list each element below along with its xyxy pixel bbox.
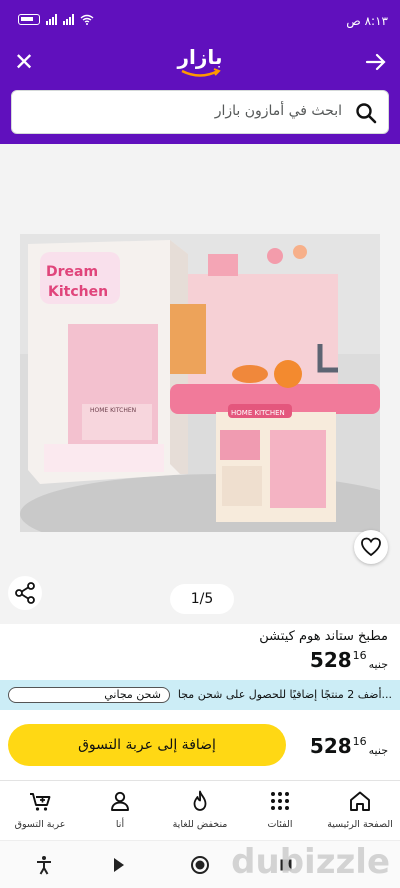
search-area: ابحث في أمازون بازار	[0, 84, 400, 144]
price-whole: 528	[309, 734, 352, 758]
svg-text:HOME KITCHEN: HOME KITCHEN	[231, 409, 285, 417]
search-placeholder: ابحث في أمازون بازار	[214, 103, 342, 119]
svg-text:بازار: بازار	[177, 45, 223, 69]
free-shipping-message: أضف 2 منتجًا إضافيًا للحصول على شحن مجا.…	[177, 688, 392, 701]
signal-icon	[46, 14, 57, 25]
share-button[interactable]	[8, 576, 42, 610]
svg-text:HOME KITCHEN: HOME KITCHEN	[90, 407, 136, 414]
add-to-cart-row: إضافة إلى عربة التسوق 528 16 جنيه	[0, 716, 400, 774]
dubizzle-watermark: dubizzle	[231, 842, 390, 882]
close-icon[interactable]: ✕	[10, 48, 38, 76]
nav-label: الفئات	[267, 819, 293, 830]
price-fraction: 16	[352, 649, 367, 662]
free-shipping-progress: شحن مجاني	[8, 687, 170, 703]
search-icon[interactable]	[354, 101, 378, 125]
home-icon	[350, 791, 370, 811]
image-page-indicator: 1/5	[170, 584, 234, 614]
status-bar: ٨:١٣ ص	[0, 0, 400, 40]
signal-icon-2	[63, 14, 74, 25]
heart-icon[interactable]	[354, 530, 388, 564]
wifi-icon	[80, 14, 94, 25]
nav-home[interactable]: الصفحة الرئيسية	[320, 781, 400, 841]
bottom-navigation: الصفحة الرئيسية الفئات منخفض للغاية أنا …	[0, 780, 400, 840]
status-time: ٨:١٣ ص	[346, 14, 388, 28]
product-image[interactable]: Dream Kitchen HOME KITCHEN HOME KITCHEN	[20, 234, 400, 554]
price-currency: جنيه	[368, 658, 388, 671]
product-gallery[interactable]: Dream Kitchen HOME KITCHEN HOME KITCHEN	[0, 144, 400, 624]
nav-deals[interactable]: منخفض للغاية	[160, 781, 240, 841]
person-icon	[111, 791, 129, 811]
svg-text:Dream: Dream	[46, 264, 98, 280]
product-title: مطبخ ستاند هوم كيتشن	[259, 629, 388, 644]
grid-icon	[271, 792, 289, 810]
home-button-icon[interactable]	[188, 853, 212, 877]
app-header: ✕ بازار	[0, 40, 400, 84]
nav-cart[interactable]: عربة التسوق	[0, 781, 80, 841]
price-fraction: 16	[352, 735, 367, 748]
add-to-cart-price: 528 16 جنيه	[310, 734, 388, 758]
nav-categories[interactable]: الفئات	[240, 781, 320, 841]
battery-icon	[18, 14, 40, 25]
nav-label: منخفض للغاية	[172, 819, 228, 830]
free-shipping-label: شحن مجاني	[104, 688, 161, 701]
cart-icon	[30, 793, 51, 811]
accessibility-icon[interactable]	[32, 853, 56, 877]
nav-account[interactable]: أنا	[80, 781, 160, 841]
nav-label: عربة التسوق	[14, 819, 66, 830]
share-icon[interactable]	[8, 576, 42, 610]
product-price: 528 16 جنيه	[310, 648, 388, 672]
search-input[interactable]: ابحث في أمازون بازار	[11, 90, 389, 134]
price-currency: جنيه	[368, 744, 388, 757]
wishlist-button[interactable]	[354, 530, 388, 564]
free-shipping-banner[interactable]: أضف 2 منتجًا إضافيًا للحصول على شحن مجا.…	[0, 680, 400, 710]
bazaar-logo: بازار	[168, 42, 232, 82]
add-to-cart-button[interactable]: إضافة إلى عربة التسوق	[8, 724, 286, 766]
status-icons	[18, 14, 94, 25]
flame-icon	[193, 790, 207, 811]
play-icon[interactable]	[106, 853, 130, 877]
svg-text:Kitchen: Kitchen	[48, 284, 108, 300]
nav-label: أنا	[115, 819, 125, 830]
arrow-right-icon[interactable]	[362, 48, 390, 76]
nav-label: الصفحة الرئيسية	[327, 819, 393, 830]
price-whole: 528	[309, 648, 352, 672]
